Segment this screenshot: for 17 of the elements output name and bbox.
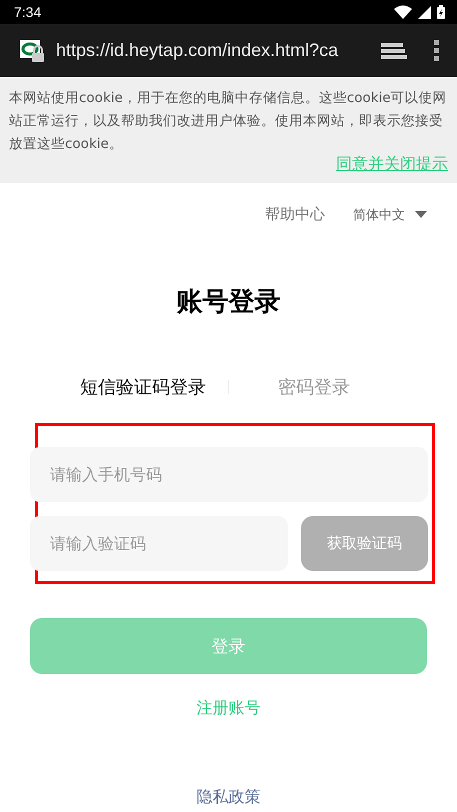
language-dropdown[interactable]: 简体中文	[353, 206, 427, 224]
privacy-policy-link[interactable]: 隐私政策	[196, 787, 260, 808]
signal-icon	[418, 6, 431, 18]
help-center-link[interactable]: 帮助中心	[265, 205, 325, 224]
tabs-icon[interactable]	[381, 40, 407, 60]
wifi-icon	[394, 5, 412, 19]
phone-field[interactable]: 请输入手机号码	[30, 447, 428, 502]
login-tab[interactable]: 短信验证码登录	[58, 375, 228, 399]
battery-icon	[437, 5, 445, 19]
caret-icon	[415, 211, 427, 218]
url-text[interactable]: https://id.heytap.com/index.html?ca	[56, 40, 371, 61]
page-title: 账号登录	[176, 286, 282, 319]
cookie-notice: 本网站使用cookie，用于在您的电脑中存储信息。这些cookie可以使网站正常运行，以及帮助我们改进用户体验。使用本网站，即表示您接受放置这些cookie。	[9, 89, 448, 154]
clock-time: 7:34	[14, 4, 42, 20]
secure-site-icon	[20, 38, 46, 62]
code-field[interactable]: 请输入验证码	[30, 516, 288, 571]
login-tab[interactable]: 密码登录	[229, 375, 399, 399]
